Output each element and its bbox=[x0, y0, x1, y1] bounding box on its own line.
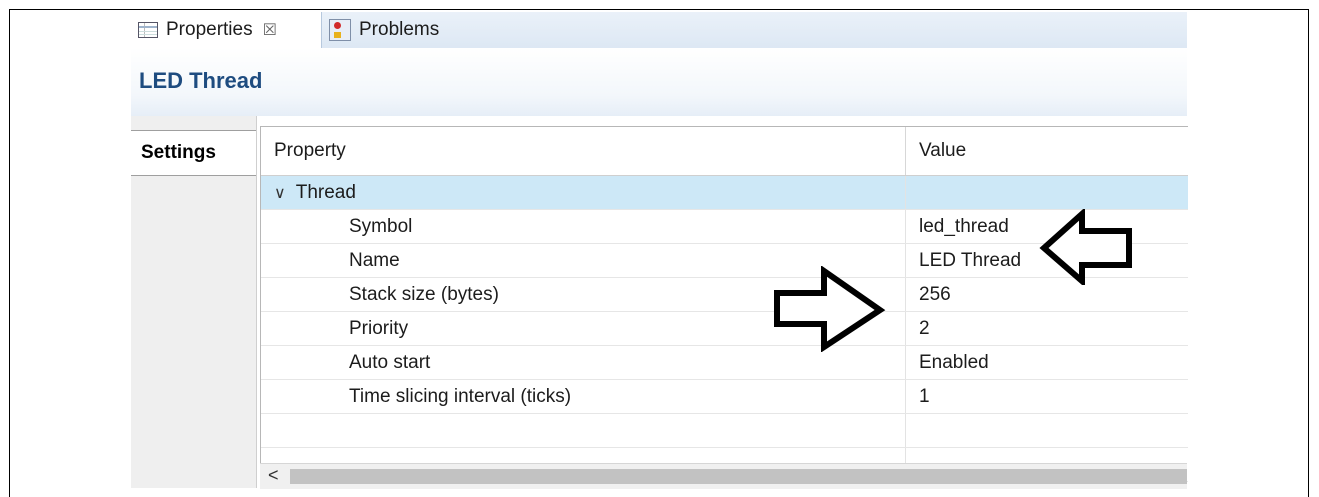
group-value-cell bbox=[905, 175, 1188, 210]
left-arrow-annotation-icon bbox=[1039, 209, 1132, 285]
tab-settings[interactable]: Settings bbox=[131, 130, 256, 176]
value-cell[interactable]: Enabled bbox=[905, 345, 1188, 380]
scrollbar-thumb[interactable] bbox=[290, 469, 1187, 484]
empty-cell bbox=[261, 413, 906, 448]
properties-header: LED Thread bbox=[131, 48, 1187, 116]
scroll-left-arrow[interactable]: < bbox=[268, 465, 279, 486]
horizontal-scrollbar[interactable]: < bbox=[260, 463, 1187, 489]
group-cell: ∨ Thread bbox=[261, 175, 906, 210]
properties-table: Property Value ∨ Thread Symbol led_thread… bbox=[260, 126, 1188, 482]
view-tab-bar: Properties ☒ Problems bbox=[131, 12, 1187, 49]
close-icon[interactable]: ☒ bbox=[263, 20, 277, 40]
tab-settings-label: Settings bbox=[141, 142, 216, 163]
table-row[interactable]: Auto start Enabled bbox=[261, 345, 1188, 380]
tab-problems[interactable]: Problems bbox=[327, 12, 439, 48]
table-row-empty bbox=[261, 413, 1188, 448]
table-row-group[interactable]: ∨ Thread bbox=[261, 175, 1188, 210]
tab-properties-label: Properties bbox=[166, 19, 253, 40]
empty-cell bbox=[905, 413, 1188, 448]
problems-icon bbox=[329, 19, 351, 41]
property-cell: Time slicing interval (ticks) bbox=[261, 379, 906, 414]
tab-problems-label: Problems bbox=[359, 19, 440, 40]
column-header-value[interactable]: Value bbox=[905, 127, 1188, 176]
value-cell[interactable]: 1 bbox=[905, 379, 1188, 414]
properties-icon bbox=[138, 22, 158, 38]
page-title: LED Thread bbox=[139, 68, 263, 93]
column-header-property[interactable]: Property bbox=[261, 127, 906, 176]
table-row[interactable]: Priority 2 bbox=[261, 311, 1188, 346]
chevron-down-icon[interactable]: ∨ bbox=[274, 183, 286, 203]
table-row[interactable]: Time slicing interval (ticks) 1 bbox=[261, 379, 1188, 414]
value-cell[interactable]: 2 bbox=[905, 311, 1188, 346]
tab-properties[interactable]: Properties ☒ bbox=[131, 12, 322, 48]
group-label: Thread bbox=[295, 181, 356, 203]
property-cell: Symbol bbox=[261, 209, 906, 244]
right-arrow-annotation-icon bbox=[774, 266, 886, 352]
